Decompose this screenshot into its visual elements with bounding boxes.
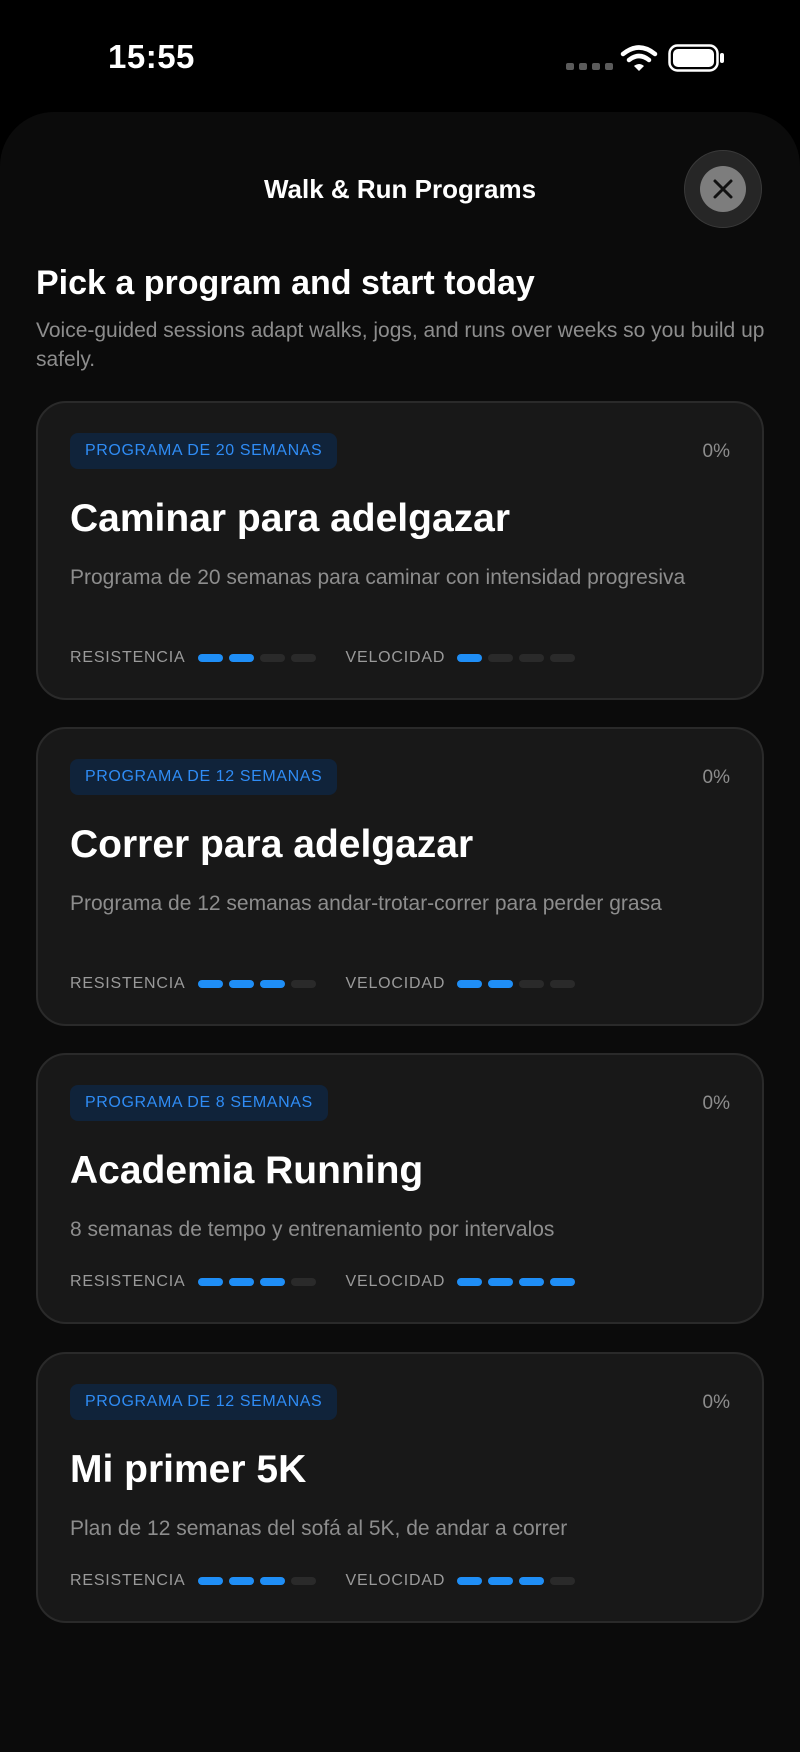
- meter-segment: [228, 1278, 254, 1286]
- meter-segment: [197, 1278, 223, 1286]
- meter-segment: [197, 1577, 223, 1585]
- wifi-icon: [620, 45, 658, 71]
- meter-segment: [259, 1577, 285, 1585]
- meter-segment: [488, 1278, 514, 1286]
- program-description: Programa de 20 semanas para caminar con …: [70, 566, 686, 589]
- meter-segment: [290, 1278, 316, 1286]
- meter-segment: [457, 1577, 483, 1585]
- meter-segment: [550, 1577, 576, 1585]
- meter-segment: [228, 654, 254, 662]
- resistance-label: RESISTENCIA: [70, 1572, 186, 1589]
- stat-row: RESISTENCIA VELOCIDAD: [70, 975, 576, 993]
- close-icon: [713, 179, 733, 199]
- program-card[interactable]: PROGRAMA DE 12 SEMANAS 0% Mi primer 5K P…: [36, 1352, 764, 1623]
- resistance-label: RESISTENCIA: [70, 1273, 186, 1290]
- meter-segment: [228, 1577, 254, 1585]
- program-card[interactable]: PROGRAMA DE 12 SEMANAS 0% Correr para ad…: [36, 727, 764, 1026]
- meter-segment: [259, 654, 285, 662]
- speed-label: VELOCIDAD: [345, 1572, 446, 1589]
- speed-label: VELOCIDAD: [345, 975, 446, 992]
- sheet-title: Walk & Run Programs: [263, 174, 537, 204]
- meter-segment: [550, 1278, 576, 1286]
- program-card[interactable]: PROGRAMA DE 20 SEMANAS 0% Caminar para a…: [36, 401, 764, 700]
- speed-meter: [457, 654, 576, 662]
- meter-segment: [550, 980, 576, 988]
- meter-segment: [488, 654, 514, 662]
- program-title: Academia Running: [70, 1149, 424, 1192]
- meter-segment: [259, 1278, 285, 1286]
- meter-segment: [259, 980, 285, 988]
- meter-segment: [457, 1278, 483, 1286]
- meter-segment: [519, 654, 545, 662]
- progress-percent: 0%: [702, 1093, 730, 1114]
- resistance-label: RESISTENCIA: [70, 975, 186, 992]
- meter-segment: [290, 980, 316, 988]
- resistance-meter: [197, 980, 316, 988]
- progress-percent: 0%: [702, 441, 730, 462]
- weeks-badge: PROGRAMA DE 12 SEMANAS: [70, 1384, 338, 1420]
- meter-segment: [550, 654, 576, 662]
- meter-segment: [197, 980, 223, 988]
- meter-segment: [488, 980, 514, 988]
- speed-label: VELOCIDAD: [345, 649, 446, 666]
- weeks-badge: PROGRAMA DE 12 SEMANAS: [70, 759, 338, 795]
- meter-segment: [488, 1577, 514, 1585]
- meter-segment: [290, 1577, 316, 1585]
- stat-row: RESISTENCIA VELOCIDAD: [70, 1572, 576, 1590]
- program-description: Programa de 12 semanas andar-trotar-corr…: [70, 892, 662, 915]
- meter-segment: [457, 980, 483, 988]
- resistance-meter: [197, 1278, 316, 1286]
- meter-segment: [228, 980, 254, 988]
- meter-segment: [519, 1577, 545, 1585]
- close-button-inner: [700, 166, 746, 212]
- resistance-meter: [197, 654, 316, 662]
- status-bar: 15:55: [0, 0, 800, 110]
- progress-percent: 0%: [702, 767, 730, 788]
- resistance-label: RESISTENCIA: [70, 649, 186, 666]
- meter-segment: [290, 654, 316, 662]
- progress-percent: 0%: [702, 1392, 730, 1413]
- battery-icon: [668, 44, 724, 72]
- program-title: Mi primer 5K: [70, 1448, 307, 1491]
- meter-segment: [457, 654, 483, 662]
- dynamic-island: [286, 24, 514, 92]
- stat-row: RESISTENCIA VELOCIDAD: [70, 1273, 576, 1291]
- program-title: Correr para adelgazar: [70, 823, 474, 866]
- program-card[interactable]: PROGRAMA DE 8 SEMANAS 0% Academia Runnin…: [36, 1053, 764, 1324]
- meter-segment: [197, 654, 223, 662]
- weeks-badge: PROGRAMA DE 20 SEMANAS: [70, 433, 338, 469]
- status-time: 15:55: [108, 38, 195, 75]
- weeks-badge: PROGRAMA DE 8 SEMANAS: [70, 1085, 328, 1121]
- meter-segment: [519, 1278, 545, 1286]
- program-description: 8 semanas de tempo y entrenamiento por i…: [70, 1218, 555, 1241]
- program-description: Plan de 12 semanas del sofá al 5K, de an…: [70, 1517, 568, 1540]
- speed-label: VELOCIDAD: [345, 1273, 446, 1290]
- speed-meter: [457, 980, 576, 988]
- stat-row: RESISTENCIA VELOCIDAD: [70, 649, 576, 667]
- page-headline: Pick a program and start today: [36, 264, 535, 302]
- meter-segment: [519, 980, 545, 988]
- cellular-signal-icon: [566, 63, 613, 70]
- program-title: Caminar para adelgazar: [70, 497, 511, 540]
- speed-meter: [457, 1577, 576, 1585]
- resistance-meter: [197, 1577, 316, 1585]
- page-subheadline: Voice-guided sessions adapt walks, jogs,…: [36, 319, 765, 371]
- close-button[interactable]: [684, 150, 762, 228]
- speed-meter: [457, 1278, 576, 1286]
